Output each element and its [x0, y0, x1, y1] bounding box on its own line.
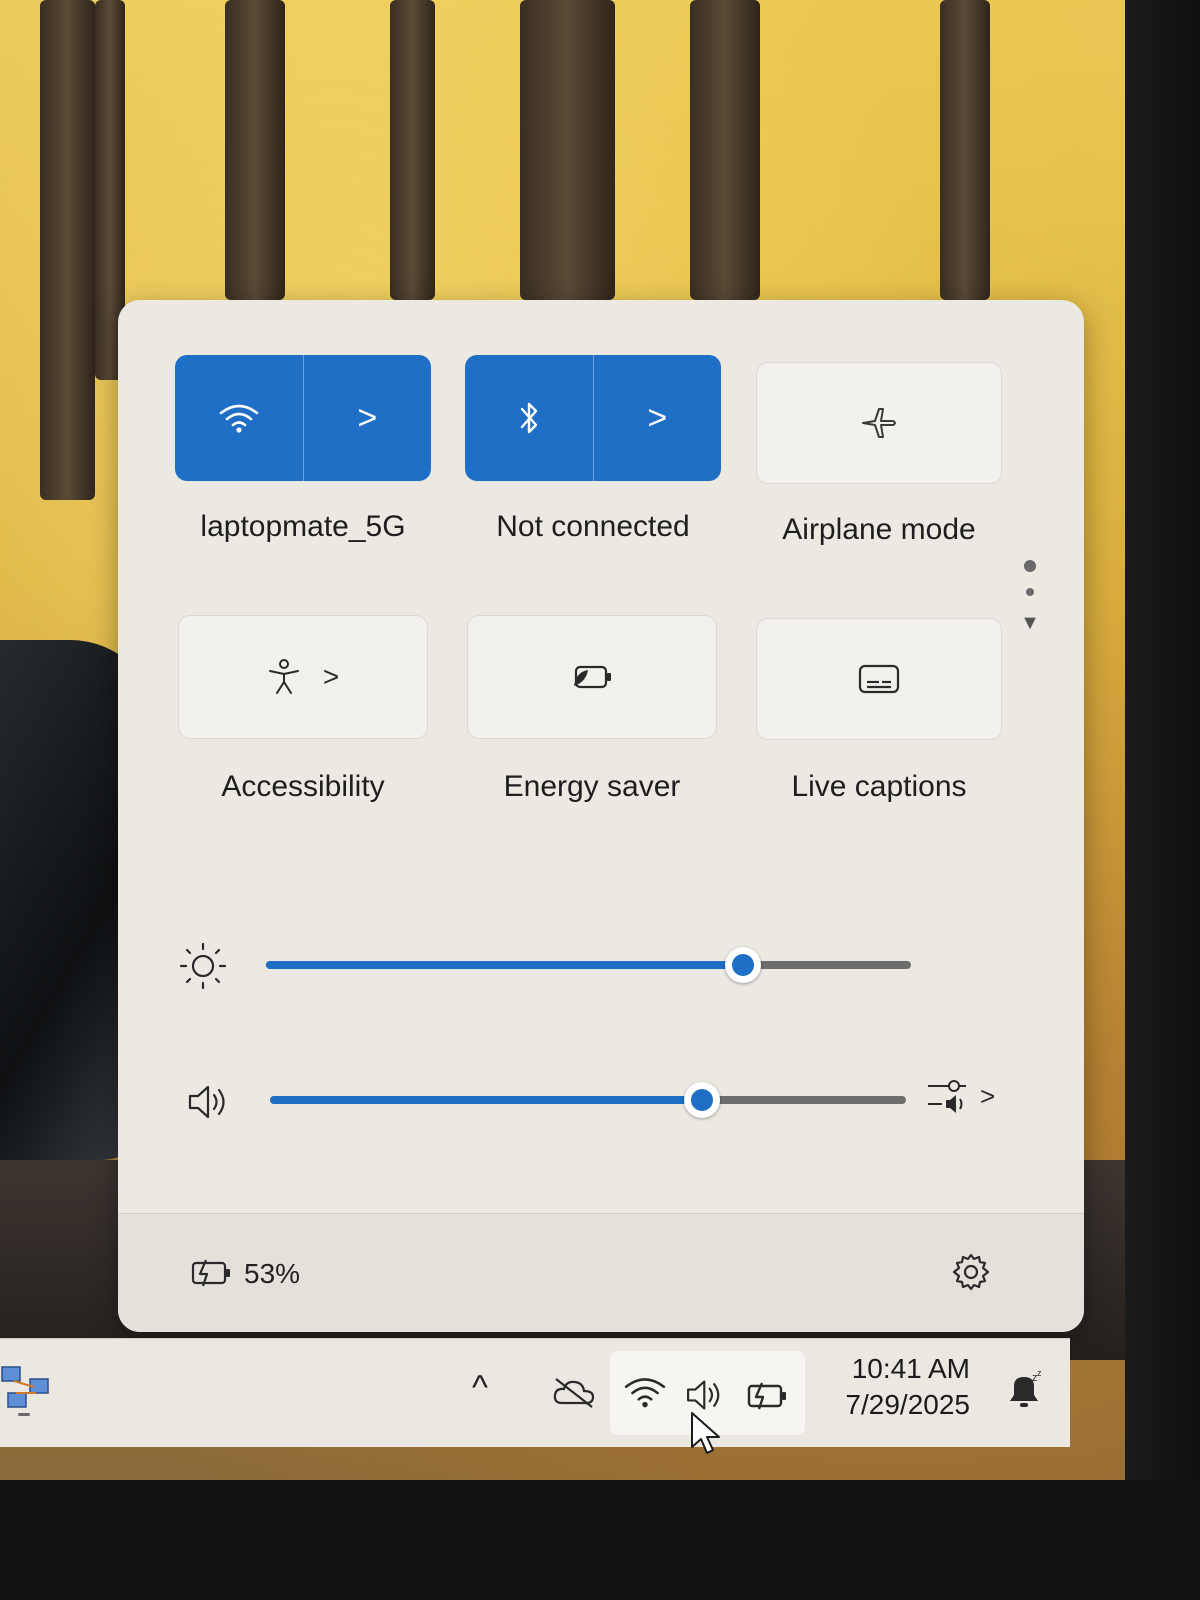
chevron-right-icon: > [980, 1081, 996, 1111]
accessibility-icon [268, 659, 299, 694]
volume-slider[interactable] [270, 1082, 906, 1118]
speaker-icon [687, 1380, 720, 1410]
taskbar-clock[interactable]: 10:41 AM 7/29/2025 [830, 1353, 970, 1421]
sound-output-button[interactable]: > [926, 1074, 995, 1118]
battery-percentage[interactable]: 53% [244, 1258, 300, 1290]
taskbar: ^ 10:41 AM 7/29/2025 z z [0, 1338, 1070, 1454]
network-app-icon[interactable] [0, 1359, 56, 1419]
chevron-up-icon: ^ [472, 1369, 488, 1407]
live-captions-label: Live captions [791, 770, 967, 803]
bluetooth-icon [520, 402, 537, 434]
airplane-icon [862, 408, 896, 438]
speaker-icon [188, 1085, 225, 1119]
brightness-icon [179, 942, 227, 990]
gear-icon[interactable] [951, 1252, 991, 1292]
live-captions-tile[interactable] [756, 618, 1002, 740]
energy-saver-icon [574, 665, 611, 689]
bluetooth-tile[interactable]: > [465, 355, 721, 481]
quick-settings-panel: > laptopmate_5G > Not connected Airplane… [118, 300, 1084, 1332]
quick-settings-footer: 53% [118, 1213, 1084, 1332]
wifi-icon [219, 404, 259, 433]
bluetooth-toggle[interactable] [465, 355, 593, 481]
monitor-bezel [1125, 0, 1200, 1600]
bluetooth-tile-label: Not connected [496, 510, 690, 543]
live-captions-icon [858, 664, 900, 694]
clock-date: 7/29/2025 [845, 1389, 970, 1420]
accessibility-label: Accessibility [221, 770, 385, 803]
show-hidden-icons-button[interactable]: ^ [472, 1369, 488, 1408]
energy-saver-tile[interactable] [467, 615, 717, 739]
page-dot-active[interactable] [1024, 560, 1036, 572]
chevron-right-icon: > [357, 399, 378, 437]
chevron-right-icon: > [322, 661, 340, 692]
bluetooth-expand-button[interactable]: > [594, 355, 722, 481]
wifi-tile[interactable]: > [175, 355, 431, 481]
svg-text:z: z [1037, 1369, 1042, 1378]
page-indicator[interactable]: ▼ [1020, 560, 1040, 635]
sound-mixer-icon [928, 1080, 966, 1113]
battery-charging-icon [747, 1382, 786, 1410]
next-page-arrow-icon[interactable]: ▼ [1020, 612, 1040, 635]
energy-saver-label: Energy saver [503, 770, 681, 803]
volume-slider-thumb[interactable] [684, 1082, 721, 1118]
clock-time: 10:41 AM [851, 1353, 970, 1384]
brightness-slider-thumb[interactable] [725, 947, 762, 983]
wifi-toggle[interactable] [175, 355, 303, 481]
page-dot[interactable] [1026, 588, 1034, 596]
battery-charging-icon [191, 1259, 230, 1287]
brightness-row [118, 935, 1084, 995]
brightness-slider[interactable] [266, 947, 911, 983]
mouse-pointer-icon [691, 1412, 720, 1454]
chevron-right-icon: > [647, 399, 668, 437]
wifi-tile-label: laptopmate_5G [200, 510, 406, 543]
accessibility-tile[interactable]: > [178, 615, 428, 739]
airplane-mode-tile[interactable] [756, 362, 1002, 484]
monitor-bezel-bottom [0, 1480, 1200, 1600]
wifi-icon [624, 1378, 666, 1408]
wifi-expand-button[interactable]: > [304, 355, 432, 481]
volume-row: > [118, 1070, 1084, 1130]
onedrive-offline-icon[interactable] [552, 1375, 596, 1409]
notification-bell-snooze-icon[interactable]: z z [1002, 1369, 1046, 1413]
airplane-mode-label: Airplane mode [782, 513, 976, 546]
